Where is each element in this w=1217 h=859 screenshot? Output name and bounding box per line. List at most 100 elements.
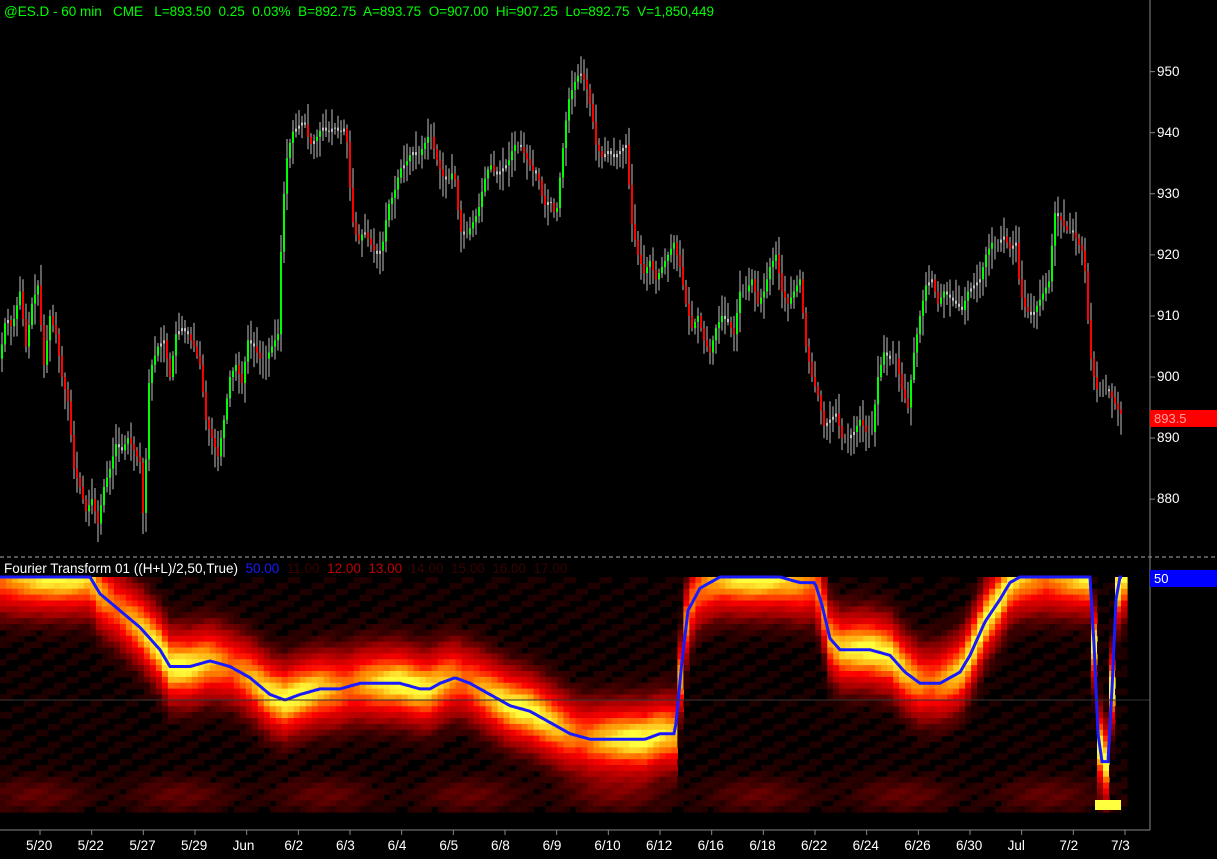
heatmap-cell <box>269 653 277 660</box>
heatmap-cell <box>137 782 145 790</box>
heatmap-cell <box>839 765 846 772</box>
heatmap-cell <box>137 753 145 760</box>
heatmap-cell <box>905 770 912 778</box>
heatmap-cell <box>125 641 133 649</box>
heatmap-cell <box>0 765 7 772</box>
heatmap-cell <box>263 723 271 731</box>
heatmap-cell <box>863 765 870 772</box>
heatmap-cell <box>455 682 463 690</box>
heatmap-cell <box>935 706 942 713</box>
heatmap-cell <box>185 741 193 748</box>
heatmap-cell <box>815 629 822 637</box>
heatmap-cell <box>233 676 241 684</box>
heatmap-cell <box>851 629 858 637</box>
heatmap-cell <box>581 759 589 766</box>
heatmap-cell <box>935 723 942 731</box>
heatmap-cell <box>59 800 67 807</box>
heatmap-cell <box>851 759 858 766</box>
heatmap-cell <box>281 671 289 678</box>
heatmap-cell <box>449 735 457 743</box>
heatmap-cell <box>89 665 97 672</box>
heatmap-cell <box>29 682 37 690</box>
heatmap-cell <box>449 794 457 801</box>
heatmap-cell <box>11 671 19 678</box>
heatmap-cell <box>323 659 331 666</box>
heatmap-cell <box>251 782 259 790</box>
heatmap-cell <box>797 676 804 684</box>
heatmap-cell <box>263 712 271 719</box>
heatmap-cell <box>599 700 607 707</box>
heatmap-cell <box>143 671 151 678</box>
heatmap-cell <box>269 588 277 596</box>
heatmap-cell <box>629 688 637 696</box>
heatmap-cell <box>689 577 696 584</box>
heatmap-cell <box>305 753 313 760</box>
heatmap-cell <box>149 577 157 584</box>
heatmap-cell <box>251 700 259 707</box>
heatmap-cell <box>785 806 792 813</box>
heatmap-cell <box>221 635 229 643</box>
heatmap-cell <box>497 747 505 754</box>
heatmap-cell <box>635 806 643 813</box>
heatmap-cell <box>737 741 744 748</box>
heatmap-cell <box>629 806 637 813</box>
heatmap-cell <box>731 659 738 666</box>
heatmap-cell <box>653 665 661 672</box>
heatmap-cell <box>359 700 367 707</box>
heatmap-cell <box>839 641 846 649</box>
heatmap-cell <box>35 776 43 784</box>
heatmap-cell <box>629 776 637 784</box>
heatmap-cell <box>845 776 852 784</box>
heatmap-cell <box>851 723 858 731</box>
heatmap-cell <box>851 653 858 660</box>
heatmap-cell <box>617 723 625 731</box>
heatmap-cell <box>389 600 397 607</box>
heatmap-cell <box>635 671 643 678</box>
heatmap-cell <box>275 618 283 625</box>
heatmap-cell <box>23 624 31 631</box>
heatmap-cell <box>869 806 876 813</box>
heatmap-cell <box>959 641 966 649</box>
heatmap-cell <box>911 759 918 766</box>
heatmap-cell <box>467 794 475 801</box>
heatmap-cell <box>5 624 13 631</box>
heatmap-cell <box>887 788 894 795</box>
heatmap-cell <box>167 735 175 743</box>
heatmap-cell <box>863 588 870 596</box>
heatmap-cell <box>179 600 187 607</box>
heatmap-cell <box>215 653 223 660</box>
heatmap-cell <box>893 688 900 696</box>
heatmap-cell <box>377 665 385 672</box>
heatmap-cell <box>35 800 43 807</box>
heatmap-cell <box>191 800 199 807</box>
heatmap-cell <box>377 723 385 731</box>
heatmap-cell <box>161 759 169 766</box>
heatmap-cell <box>893 788 900 795</box>
heatmap-cell <box>821 718 828 725</box>
heatmap-cell <box>347 653 355 660</box>
heatmap-cell <box>293 665 301 672</box>
heatmap-cell <box>845 676 852 684</box>
heatmap-cell <box>203 753 211 760</box>
heatmap-cell <box>569 794 577 801</box>
heatmap-cell <box>227 629 235 637</box>
heatmap-cell <box>281 735 289 743</box>
heatmap-cell <box>185 747 193 754</box>
heatmap-cell <box>875 606 882 613</box>
heatmap-cell <box>419 735 427 743</box>
heatmap-cell <box>911 665 918 672</box>
heatmap-cell <box>833 629 840 637</box>
heatmap-cell <box>167 688 175 696</box>
heatmap-cell <box>845 624 852 631</box>
heatmap-cell <box>449 647 457 654</box>
heatmap-cell <box>545 712 553 719</box>
heatmap-cell <box>71 712 79 719</box>
heatmap-cell <box>677 618 684 625</box>
heatmap-cell <box>461 729 469 737</box>
heatmap-cell <box>869 641 876 649</box>
heatmap-cell <box>407 729 415 737</box>
heatmap-cell <box>347 723 355 731</box>
heatmap-cell <box>23 665 31 672</box>
heatmap-cell <box>515 765 523 772</box>
heatmap-cell <box>257 659 265 666</box>
